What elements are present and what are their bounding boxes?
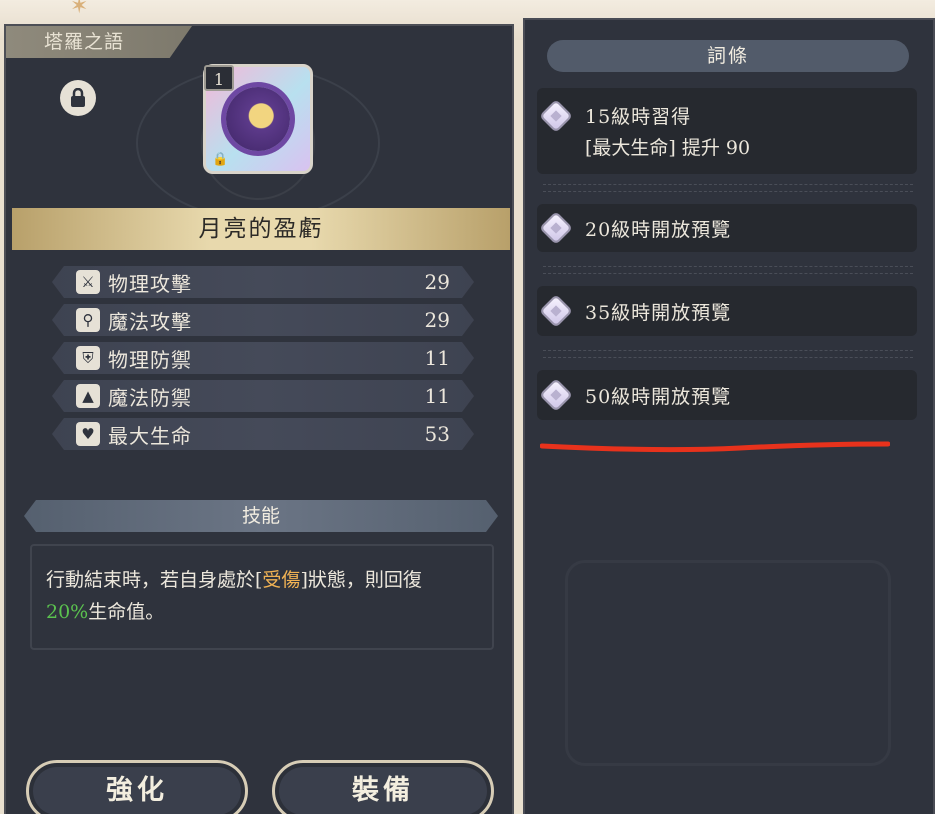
- skill-keyword: 受傷: [262, 569, 301, 591]
- stat-row: ⚲ 魔法攻擊 29: [52, 304, 474, 336]
- divider: [543, 184, 913, 192]
- stat-row: ▲ 魔法防禦 11: [52, 380, 474, 412]
- level-badge: 1: [204, 65, 234, 91]
- stat-value: 53: [424, 422, 450, 446]
- moon-flower-icon: [226, 87, 290, 151]
- entry-item: 35級時開放預覽: [537, 286, 917, 336]
- divider: [543, 350, 913, 358]
- shield-icon: ⛨: [76, 346, 100, 370]
- stat-row: ⛨ 物理防禦 11: [52, 342, 474, 374]
- item-name: 月亮的盈虧: [12, 208, 510, 250]
- stat-label: 魔法攻擊: [108, 309, 192, 334]
- skill-text: ]狀態，則回復: [300, 569, 422, 591]
- red-underline-annotation: [540, 441, 890, 453]
- stat-value: 11: [424, 384, 450, 408]
- entry-detail: [最大生命] 提升 90: [585, 136, 751, 159]
- entries-header: 詞條: [547, 40, 909, 72]
- stat-label: 魔法防禦: [108, 385, 192, 410]
- skill-description: 行動結束時，若自身處於[受傷]狀態，則回復 20%生命值。: [30, 544, 494, 650]
- heart-icon: ♥: [76, 422, 100, 446]
- entry-title: 20級時開放預覽: [585, 218, 732, 241]
- sword-icon: ⚔: [76, 270, 100, 294]
- item-card[interactable]: 1 🔒: [203, 64, 313, 174]
- stat-value: 29: [424, 308, 450, 332]
- diamond-icon: [543, 103, 569, 129]
- stat-row: ♥ 最大生命 53: [52, 418, 474, 450]
- entry-title: 50級時開放預覽: [585, 385, 732, 408]
- card-lock-icon: 🔒: [212, 152, 229, 167]
- diamond-icon: [543, 215, 569, 241]
- lock-toggle-button[interactable]: [60, 80, 96, 116]
- equip-button[interactable]: 裝備: [272, 760, 494, 814]
- skill-text: 生命值。: [88, 601, 165, 623]
- item-detail-panel: 塔羅之語 1 🔒 月亮的盈虧 ⚔ 物理攻擊 29 ⚲ 魔法攻擊 29 ⛨ 物理防…: [4, 24, 514, 814]
- stat-value: 11: [424, 346, 450, 370]
- background-decoration-icon: ✶: [70, 0, 89, 19]
- background-watermark: [565, 560, 891, 766]
- diamond-icon: [543, 382, 569, 408]
- entries-panel: 詞條 15級時習得 [最大生命] 提升 90 20級時開放預覽 35級時開放預覽…: [523, 18, 935, 814]
- witch-hat-icon: ▲: [76, 384, 100, 408]
- entry-item: 50級時開放預覽: [537, 370, 917, 420]
- diamond-icon: [543, 298, 569, 324]
- entry-item: 20級時開放預覽: [537, 204, 917, 252]
- divider: [543, 266, 913, 274]
- stat-row: ⚔ 物理攻擊 29: [52, 266, 474, 298]
- entry-title: 15級時習得: [585, 106, 692, 128]
- enhance-button[interactable]: 強化: [26, 760, 248, 814]
- skill-text: 行動結束時，若自身處於[: [46, 569, 263, 591]
- stat-label: 最大生命: [108, 423, 192, 448]
- entry-title: 35級時開放預覽: [585, 301, 732, 324]
- skill-header: 技能: [24, 500, 498, 532]
- stats-list: ⚔ 物理攻擊 29 ⚲ 魔法攻擊 29 ⛨ 物理防禦 11 ▲ 魔法防禦 11 …: [52, 266, 474, 456]
- wand-icon: ⚲: [76, 308, 100, 332]
- lock-icon: [71, 88, 85, 107]
- entry-item: 15級時習得 [最大生命] 提升 90: [537, 88, 917, 174]
- stat-label: 物理攻擊: [108, 271, 192, 296]
- panel-title-tab: 塔羅之語: [6, 26, 192, 58]
- stat-label: 物理防禦: [108, 347, 192, 372]
- stat-value: 29: [424, 270, 450, 294]
- skill-percent: 20%: [46, 601, 89, 623]
